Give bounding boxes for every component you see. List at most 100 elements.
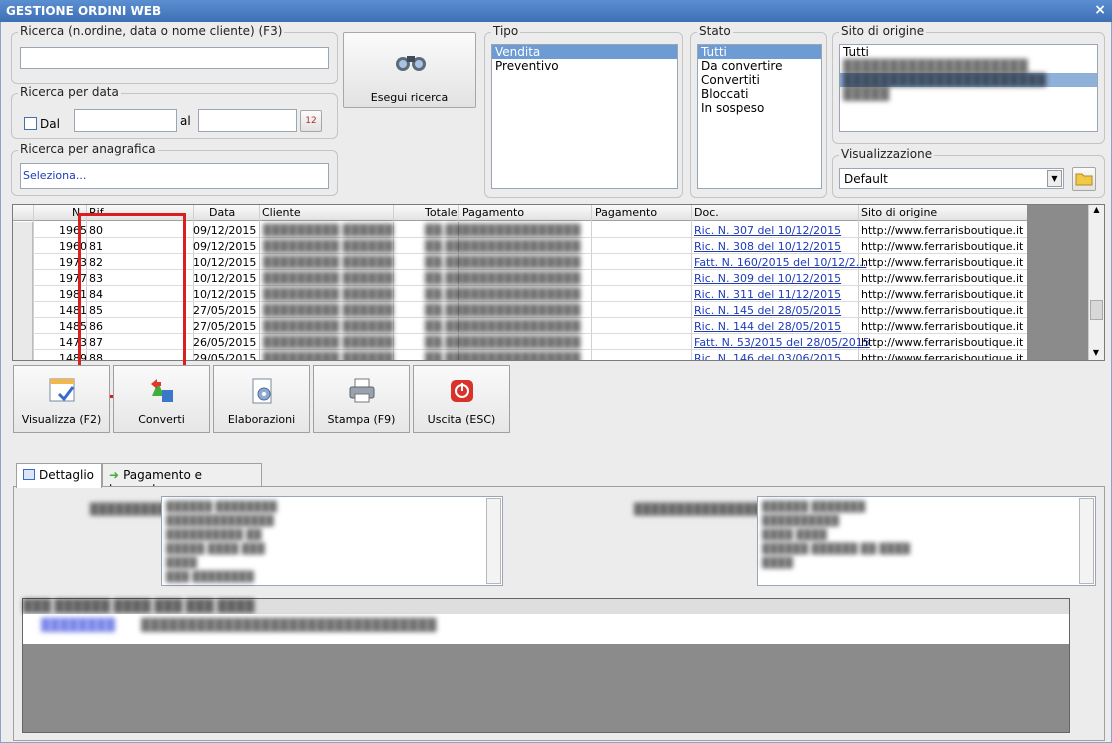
- stampa-label: Stampa (F9): [327, 413, 396, 426]
- order-lines-table[interactable]: ███ ██████ ████ ███ ███ ████ ████████ ██…: [22, 598, 1070, 733]
- chevron-down-icon[interactable]: ▼: [1047, 170, 1062, 187]
- shipping-scrollbar[interactable]: [1079, 498, 1094, 584]
- scroll-down-icon[interactable]: ▼: [1089, 348, 1103, 360]
- convert-icon: [150, 379, 173, 402]
- visualizzazione-select[interactable]: Default ▼: [839, 168, 1064, 189]
- sito-option-selected[interactable]: ██████████████████████: [840, 73, 1097, 87]
- close-icon[interactable]: ×: [1094, 2, 1106, 18]
- cell-sito: http://www.ferrarisboutique.it: [861, 240, 1024, 253]
- elaborazioni-button[interactable]: Elaborazioni: [213, 365, 310, 433]
- text-search-group: Ricerca (n.ordine, data o nome cliente) …: [11, 24, 338, 84]
- row-selector[interactable]: [13, 254, 33, 270]
- col-doc: Doc.: [694, 206, 719, 219]
- sito-list[interactable]: Tutti ████████████████████ █████████████…: [839, 44, 1098, 132]
- tab-pagamento-trasporto[interactable]: ➜Pagamento e trasporto: [102, 463, 262, 496]
- cell-pagamento: ██████████████: [462, 320, 581, 333]
- cell-cliente: █████████ ██████: [263, 336, 394, 349]
- cell-doc[interactable]: Ric. N. 307 del 10/12/2015: [694, 224, 841, 237]
- cell-doc[interactable]: Ric. N. 144 del 28/05/2015: [694, 320, 841, 333]
- scroll-thumb[interactable]: [1090, 300, 1103, 320]
- tab-dettaglio-label: Dettaglio: [39, 468, 95, 482]
- cell-doc[interactable]: Ric. N. 146 del 03/06/2015: [694, 352, 841, 360]
- scroll-up-icon[interactable]: ▲: [1089, 205, 1104, 219]
- search-button[interactable]: Esegui ricerca: [343, 32, 476, 108]
- converti-button[interactable]: Converti: [113, 365, 210, 433]
- row-selector[interactable]: [13, 222, 33, 238]
- cell-doc[interactable]: Fatt. N. 160/2015 del 10/12/2...: [694, 256, 866, 269]
- cell-totale: ██,██: [425, 240, 463, 253]
- shipping-address-box[interactable]: ██████ ███████ ██████████ ████ ████ ██████ …: [757, 496, 1096, 586]
- row-selector[interactable]: [13, 238, 33, 254]
- row-selector[interactable]: [13, 302, 33, 318]
- stato-option[interactable]: Convertiti: [698, 73, 821, 87]
- cell-totale: ██,██: [425, 288, 463, 301]
- row-selector[interactable]: [13, 270, 33, 286]
- window-title: GESTIONE ORDINI WEB: [6, 4, 162, 18]
- power-icon: [450, 380, 473, 402]
- cell-doc[interactable]: Ric. N. 311 del 11/12/2015: [694, 288, 841, 301]
- cell-doc[interactable]: Ric. N. 309 del 10/12/2015: [694, 272, 841, 285]
- text-search-input[interactable]: [20, 47, 329, 69]
- printer-icon: [349, 378, 374, 403]
- stato-option[interactable]: Bloccati: [698, 87, 821, 101]
- cell-sito: http://www.ferrarisboutique.it: [861, 304, 1024, 317]
- col-data: Data: [209, 206, 236, 219]
- tipo-list[interactable]: Vendita Preventivo: [491, 44, 678, 189]
- cell-sito: http://www.ferrarisboutique.it: [861, 352, 1024, 361]
- converti-label: Converti: [138, 413, 185, 426]
- visualizzazione-value: Default: [844, 172, 888, 186]
- cell-data: 10/12/2015: [193, 256, 257, 269]
- cell-doc[interactable]: Fatt. N. 53/2015 del 28/05/2015: [694, 336, 870, 349]
- cell-data: 09/12/2015: [193, 240, 257, 253]
- row-selector[interactable]: [13, 350, 33, 360]
- cell-pagamento: ██████████████: [462, 240, 581, 253]
- detail-panel: ██████████ ██████ ████████ ██████████████…: [13, 486, 1105, 741]
- stato-option[interactable]: In sospeso: [698, 101, 821, 115]
- cell-data: 10/12/2015: [193, 288, 257, 301]
- sito-option[interactable]: Tutti: [840, 45, 1097, 59]
- date-from-input[interactable]: [74, 109, 177, 132]
- stato-list[interactable]: Tutti Da convertire Convertiti Bloccati …: [697, 44, 822, 189]
- calendar-icon[interactable]: 12: [300, 110, 322, 132]
- table-scrollbar[interactable]: ▲ ▼: [1088, 205, 1104, 360]
- tipo-option[interactable]: Preventivo: [492, 59, 677, 73]
- cell-cliente: █████████ ██████: [263, 256, 394, 269]
- date-search-group: Ricerca per data Dal al 12: [11, 85, 338, 139]
- stato-option[interactable]: Da convertire: [698, 59, 821, 73]
- tab-dettaglio[interactable]: Dettaglio: [16, 463, 102, 488]
- uscita-button[interactable]: Uscita (ESC): [413, 365, 510, 433]
- cell-totale: ██,██: [425, 352, 463, 361]
- stato-option[interactable]: Tutti: [698, 45, 821, 59]
- table-empty-area: [1027, 205, 1088, 360]
- cell-pagamento: ██████████████: [462, 256, 581, 269]
- sito-option[interactable]: █████: [840, 87, 1097, 101]
- tipo-group: Tipo Vendita Preventivo: [484, 24, 683, 198]
- folder-icon[interactable]: [1072, 167, 1096, 191]
- sito-option[interactable]: ████████████████████: [840, 59, 1097, 73]
- row-selector[interactable]: [13, 334, 33, 350]
- cell-doc[interactable]: Ric. N. 145 del 28/05/2015: [694, 304, 841, 317]
- dal-checkbox[interactable]: [24, 117, 37, 130]
- date-to-input[interactable]: [198, 109, 297, 132]
- visualizza-label: Visualizza (F2): [21, 413, 102, 426]
- visualizza-button[interactable]: Visualizza (F2): [13, 365, 110, 433]
- cell-doc[interactable]: Ric. N. 308 del 10/12/2015: [694, 240, 841, 253]
- tipo-option[interactable]: Vendita: [492, 45, 677, 59]
- registry-select[interactable]: Seleziona...: [20, 163, 329, 189]
- cell-cliente: █████████ ██████: [263, 288, 394, 301]
- cell-data: 27/05/2015: [193, 320, 257, 333]
- order-line-row[interactable]: ████████ ███████████████████████████████…: [23, 614, 1069, 644]
- cell-cliente: █████████ ██████: [263, 352, 394, 361]
- cell-totale: ██,██: [425, 320, 463, 333]
- row-selector[interactable]: [13, 318, 33, 334]
- stampa-button[interactable]: Stampa (F9): [313, 365, 410, 433]
- destinazione-label: ████████████████: [634, 503, 770, 516]
- title-bar: GESTIONE ORDINI WEB ×: [0, 0, 1112, 22]
- row-selector[interactable]: [13, 286, 33, 302]
- cell-sito: http://www.ferrarisboutique.it: [861, 256, 1024, 269]
- billing-scrollbar[interactable]: [486, 498, 501, 584]
- uscita-label: Uscita (ESC): [427, 413, 496, 426]
- billing-address-box[interactable]: ██████ ████████ ██████████████ ██████████ …: [161, 496, 503, 586]
- cell-data: 27/05/2015: [193, 304, 257, 317]
- registry-search-group: Ricerca per anagrafica Seleziona...: [11, 142, 338, 196]
